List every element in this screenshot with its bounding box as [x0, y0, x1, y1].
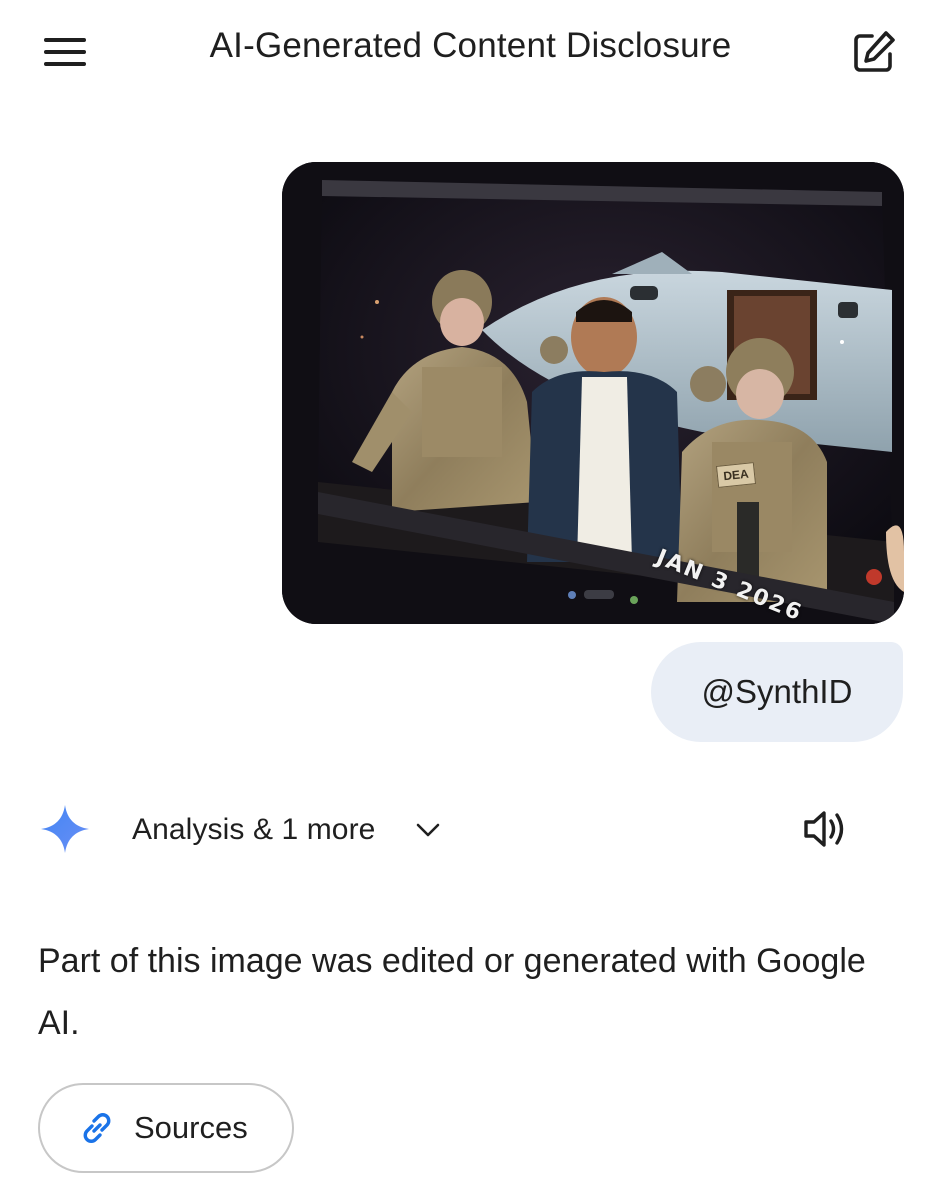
chevron-down-icon	[417, 823, 440, 837]
link-icon	[83, 1113, 111, 1143]
analysis-label: Analysis & 1 more	[132, 813, 376, 846]
user-message-text: @SynthID	[701, 673, 853, 710]
user-message-bubble: @SynthID	[651, 642, 903, 742]
uploaded-image[interactable]	[282, 162, 904, 624]
response-text: Part of this image was edited or generat…	[38, 942, 866, 1042]
page-title: AI-Generated Content Disclosure	[209, 26, 732, 65]
sources-button[interactable]: Sources	[38, 1083, 294, 1173]
edit-icon[interactable]	[848, 28, 898, 78]
gemini-sparkle-icon	[40, 804, 90, 854]
sources-label: Sources	[134, 1110, 248, 1145]
speaker-icon[interactable]	[800, 804, 850, 854]
top-app-bar: AI-Generated Content Disclosure	[0, 0, 941, 104]
chat-screen: AI-Generated Content Disclosure DEA JAN …	[0, 0, 941, 1200]
dea-patch-text: DEA	[715, 462, 757, 488]
analysis-expand-toggle[interactable]: Analysis & 1 more	[132, 808, 443, 852]
